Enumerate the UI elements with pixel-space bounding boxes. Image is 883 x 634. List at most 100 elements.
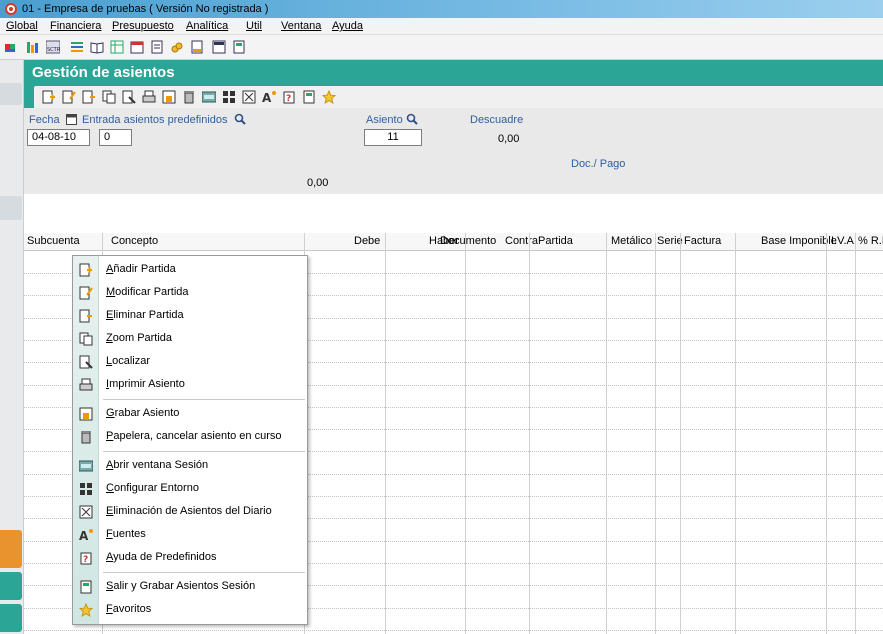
search-icon[interactable] [406,113,418,125]
menu-item-modificar-partida[interactable]: Modificar Partida [73,282,307,304]
left-tab-orange[interactable] [0,530,22,568]
calendar-icon[interactable] [66,114,77,125]
menu-analitica[interactable]: Analítica [186,20,228,32]
print-icon[interactable] [142,90,156,104]
grid-view-icon[interactable] [212,40,226,54]
col-debe[interactable]: Debe [354,235,380,247]
menu-ventana[interactable]: Ventana [281,20,321,32]
menu-separator [103,399,305,400]
menu-item-label: Ayuda de Predefinidos [106,551,217,563]
print-icon [79,378,93,391]
predef-field[interactable]: 0 [99,129,132,146]
book-icon[interactable] [90,40,104,54]
list-icon[interactable] [70,40,84,54]
svg-text:SCTR: SCTR [47,47,60,53]
zoom-entry-icon[interactable] [102,90,116,104]
chart-icon[interactable] [26,40,40,54]
col-documento[interactable]: Documento [440,235,496,247]
left-tab-teal[interactable] [0,572,22,600]
menu-separator [103,572,305,573]
menu-item-abrir-sesion[interactable]: Abrir ventana Sesión [73,455,307,477]
exit-icon[interactable] [232,40,246,54]
delete-journal-icon [79,505,93,519]
col-contrapartida[interactable]: ContraPartida [505,235,573,247]
grid-column-divider [465,233,466,634]
menu-global[interactable]: Global [6,20,38,32]
grid-column-divider [735,233,736,634]
menu-item-anadir-partida[interactable]: Añadir Partida [73,259,307,281]
fonts-icon[interactable]: A [262,90,276,104]
help-predefined-icon[interactable]: ? [282,90,296,104]
sctr-icon[interactable]: SCTR [46,40,60,54]
table-icon[interactable] [110,40,124,54]
grid-header: Subcuenta Concepto Debe Haber Documento … [24,233,883,251]
coins-icon[interactable] [170,40,184,54]
menu-item-localizar[interactable]: Localizar [73,351,307,373]
menu-item-eliminacion-asientos[interactable]: Eliminación de Asientos del Diario [73,501,307,523]
asiento-field[interactable]: 11 [364,129,422,146]
session-icon [79,460,93,472]
asiento-label: Asiento [366,114,403,126]
window-title-bar: 01 - Empresa de pruebas ( Versión No reg… [0,0,883,18]
menu-financiera[interactable]: Financiera [50,20,101,32]
fecha-field[interactable]: 04-08-10 [27,129,90,146]
configure-icon [80,483,92,495]
calendar-icon[interactable] [130,40,144,54]
fonts-icon: A [79,529,93,542]
col-subcuenta[interactable]: Subcuenta [27,235,80,247]
menu-item-papelera[interactable]: Papelera, cancelar asiento en curso [73,426,307,448]
delete-journal-icon[interactable] [242,90,256,104]
left-tab[interactable] [0,196,22,220]
col-factura[interactable]: Factura [684,235,721,247]
search-icon[interactable] [234,113,246,125]
menu-item-favoritos[interactable]: Favoritos [73,599,307,621]
col-serie[interactable]: Serie [657,235,683,247]
window-title: 01 - Empresa de pruebas ( Versión No reg… [22,3,269,15]
save-icon[interactable] [162,90,176,104]
menu-item-eliminar-partida[interactable]: Eliminar Partida [73,305,307,327]
left-tab-teal[interactable] [0,604,22,632]
exit-save-icon[interactable] [302,90,316,104]
menu-item-ayuda-predefinidos[interactable]: ? Ayuda de Predefinidos [73,547,307,569]
star-icon [79,603,93,617]
menu-ayuda[interactable]: Ayuda [332,20,363,32]
menu-item-imprimir-asiento[interactable]: Imprimir Asiento [73,374,307,396]
menu-item-configurar-entorno[interactable]: Configurar Entorno [73,478,307,500]
menu-util[interactable]: Util [246,20,262,32]
menu-item-zoom-partida[interactable]: Zoom Partida [73,328,307,350]
delete-entry-icon[interactable] [82,90,96,104]
menu-presupuesto[interactable]: Presupuesto [112,20,174,32]
locate-icon[interactable] [122,90,136,104]
app-logo-icon [5,3,17,15]
configure-icon[interactable] [222,90,236,104]
grid-column-divider [606,233,607,634]
trash-icon[interactable] [182,90,196,104]
document-icon[interactable] [190,40,204,54]
menu-item-salir-grabar[interactable]: Salir y Grabar Asientos Sesión [73,576,307,598]
menu-item-label: Grabar Asiento [106,407,180,419]
color-blocks-icon[interactable] [4,40,18,54]
panel-title: Gestión de asientos [32,64,175,81]
col-re[interactable]: % R.E [858,235,883,247]
col-concepto[interactable]: Concepto [111,235,158,247]
menu-item-fuentes[interactable]: A Fuentes [73,524,307,546]
add-entry-icon[interactable] [42,90,56,104]
total-value: 0,00 [307,177,329,189]
col-metalico[interactable]: Metálico [611,235,652,247]
menu-item-label: Zoom Partida [106,332,173,344]
menu-item-label: Configurar Entorno [106,482,199,494]
panel-toolbar: A ? [34,86,883,108]
help-predefined-icon: ? [80,552,92,565]
menu-item-grabar-asiento[interactable]: Grabar Asiento [73,403,307,425]
report-icon[interactable] [150,40,164,54]
left-tab[interactable] [0,83,22,105]
menu-bar: Global Financiera Presupuesto Analítica … [0,18,883,35]
menu-item-label: Eliminar Partida [106,309,184,321]
star-icon[interactable] [322,90,336,104]
edit-entry-icon[interactable] [62,90,76,104]
menu-item-label: Localizar [106,355,151,367]
grid-column-divider [385,233,386,634]
main-toolbar: SCTR [0,35,883,60]
session-icon[interactable] [202,90,216,104]
col-iva[interactable]: I.V.A. [831,235,857,247]
